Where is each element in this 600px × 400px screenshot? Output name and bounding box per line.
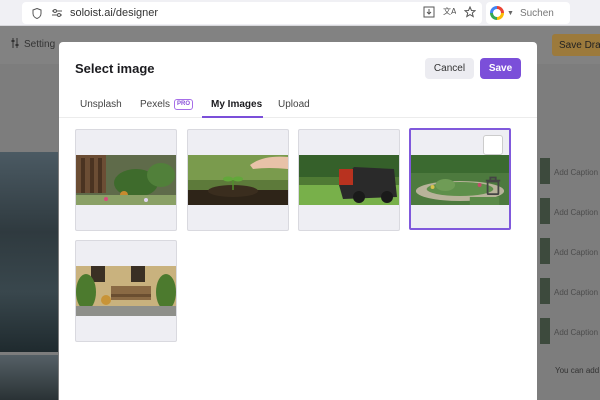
image-seedling bbox=[188, 155, 288, 205]
caption-row[interactable]: Add Caption bbox=[540, 190, 600, 230]
address-bar[interactable]: soloist.ai/designer 文A bbox=[22, 2, 482, 24]
pro-badge: PRO bbox=[174, 98, 194, 110]
caption-row[interactable]: Add Caption bbox=[540, 310, 600, 350]
tab-label: Unsplash bbox=[80, 98, 122, 110]
add-caption-link[interactable]: Add Caption bbox=[554, 248, 598, 257]
settings-menu[interactable]: Setting bbox=[10, 38, 55, 51]
image-garden-bench bbox=[76, 266, 176, 316]
footer-hint: You can add bbox=[555, 366, 600, 375]
chevron-down-icon[interactable]: ▼ bbox=[507, 10, 514, 17]
caption-row[interactable]: Add Caption bbox=[540, 270, 600, 310]
add-caption-link[interactable]: Add Caption bbox=[554, 208, 598, 217]
trash-icon bbox=[485, 176, 501, 195]
active-tab-indicator bbox=[202, 116, 263, 118]
image-tile[interactable] bbox=[187, 129, 289, 231]
tab-label: Upload bbox=[278, 98, 310, 110]
caption-row[interactable]: Add Caption bbox=[540, 230, 600, 270]
shield-icon[interactable] bbox=[30, 6, 44, 20]
image-tile-selected[interactable] bbox=[409, 128, 511, 230]
caption-thumbnail bbox=[540, 278, 550, 304]
save-page-icon[interactable] bbox=[423, 6, 435, 21]
google-icon bbox=[490, 6, 504, 20]
save-button[interactable]: Save bbox=[480, 58, 521, 79]
tab-label: Pexels bbox=[140, 98, 171, 110]
save-draft-button[interactable]: Save Draft bbox=[552, 34, 600, 56]
image-tile[interactable] bbox=[298, 129, 400, 231]
browser-toolbar: soloist.ai/designer 文A ▼ Suchen bbox=[0, 0, 600, 26]
caption-thumbnail bbox=[540, 158, 550, 184]
add-caption-link[interactable]: Add Caption bbox=[554, 168, 598, 177]
url-text[interactable]: soloist.ai/designer bbox=[70, 7, 158, 19]
cancel-button[interactable]: Cancel bbox=[425, 58, 474, 79]
svg-text:文A: 文A bbox=[443, 6, 456, 16]
background-photo-2 bbox=[0, 355, 58, 400]
add-caption-link[interactable]: Add Caption bbox=[554, 328, 598, 337]
caption-row[interactable]: Add Caption bbox=[540, 150, 600, 190]
tab-my-images[interactable]: My Images bbox=[211, 95, 262, 113]
image-tile[interactable] bbox=[75, 129, 177, 231]
image-lawn-mower bbox=[299, 155, 399, 205]
sliders-icon bbox=[10, 38, 20, 51]
tab-label: My Images bbox=[211, 98, 263, 110]
caption-thumbnail bbox=[540, 238, 550, 264]
translate-icon[interactable]: 文A bbox=[443, 6, 457, 21]
tab-unsplash[interactable]: Unsplash bbox=[80, 95, 122, 113]
caption-thumbnail bbox=[540, 318, 550, 344]
select-image-modal: Select image Cancel Save Unsplash Pexels… bbox=[59, 42, 537, 400]
tab-upload[interactable]: Upload bbox=[278, 95, 310, 113]
image-source-tabs: Unsplash Pexels PRO My Images Upload bbox=[59, 92, 537, 118]
page-settings-icon[interactable] bbox=[50, 6, 64, 20]
image-tile[interactable] bbox=[75, 240, 177, 342]
search-placeholder: Suchen bbox=[519, 7, 554, 19]
modal-title: Select image bbox=[75, 61, 155, 76]
add-caption-link[interactable]: Add Caption bbox=[554, 288, 598, 297]
image-garden-tools bbox=[76, 155, 176, 205]
caption-thumbnail bbox=[540, 198, 550, 224]
settings-label: Setting bbox=[24, 39, 56, 50]
tab-pexels[interactable]: Pexels PRO bbox=[140, 95, 194, 113]
bookmark-star-icon[interactable] bbox=[463, 5, 477, 21]
browser-search-box[interactable]: ▼ Suchen bbox=[486, 2, 570, 24]
delete-image-button[interactable] bbox=[483, 135, 503, 195]
background-photo bbox=[0, 152, 58, 352]
caption-list: Add Caption Add Caption Add Caption Add … bbox=[540, 150, 600, 350]
